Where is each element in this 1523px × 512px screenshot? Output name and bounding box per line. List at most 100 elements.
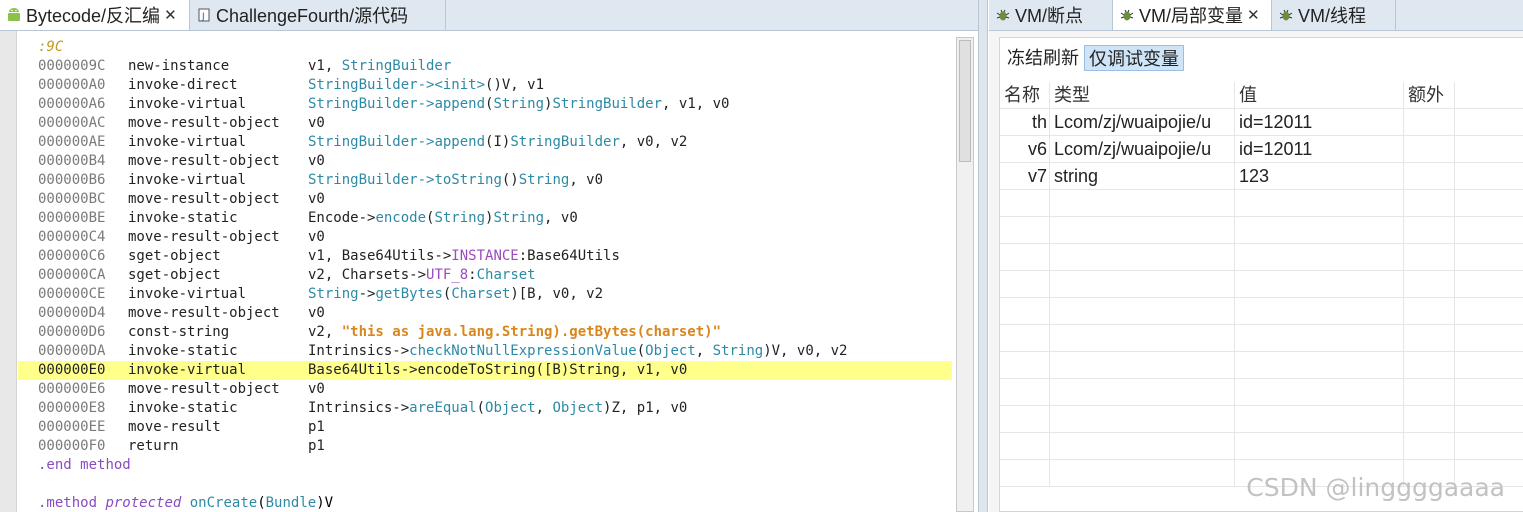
cell-filler	[1455, 217, 1523, 244]
instruction-address: 000000A0	[38, 77, 106, 93]
cell-value	[1235, 379, 1404, 406]
instruction-address: 000000A6	[38, 96, 106, 112]
instruction-address: 000000F0	[38, 438, 106, 454]
close-icon[interactable]: ✕	[1247, 6, 1260, 24]
code-token: v0	[308, 229, 325, 245]
tab-source[interactable]: J ChallengeFourth/源代码	[190, 0, 446, 30]
instruction-line[interactable]: 000000F0 return p1	[38, 437, 952, 456]
instruction-line[interactable]: 000000CA sget-object v2, Charsets->UTF_8:C…	[38, 266, 952, 285]
cell-name: v6	[1000, 136, 1050, 163]
instruction-address: 0000009C	[38, 58, 106, 74]
instruction-line[interactable]: 000000A6 invoke-virtual StringBuilder->app…	[38, 95, 952, 114]
code-token: StringBuilder->	[308, 172, 435, 188]
instruction-line[interactable]: 000000AE invoke-virtual StringBuilder->app…	[38, 133, 952, 152]
instruction-line[interactable]: 000000EE move-result p1	[38, 418, 952, 437]
debug-tab-bar: VM/断点 VM/局部变量 ✕ VM/线程	[989, 0, 1523, 31]
code-token: StringBuilder	[552, 96, 663, 112]
instruction-line[interactable]: 000000BE invoke-static Encode->encode(Stri…	[38, 209, 952, 228]
table-row[interactable]: v6 Lcom/zj/wuaipojie/u id=12011	[1000, 136, 1523, 163]
header-extra[interactable]: 额外	[1404, 82, 1455, 109]
cell-type	[1050, 271, 1235, 298]
instruction-line[interactable]: 0000009C new-instance v1, StringBuilder	[38, 57, 952, 76]
table-header: 名称 类型 值 额外	[1000, 82, 1523, 109]
instruction-line[interactable]: 000000D6 const-string v2, "this as java.la…	[38, 323, 952, 342]
instruction-operands: Intrinsics->checkNotNullExpressionValue(…	[308, 343, 847, 359]
instruction-line[interactable]: 000000CE invoke-virtual String->getBytes(C…	[38, 285, 952, 304]
instruction-operands: v0	[308, 381, 325, 397]
tab-vm-breakpoints[interactable]: VM/断点	[989, 0, 1113, 30]
instruction-line[interactable]: 000000C6 sget-object v1, Base64Utils->INST…	[38, 247, 952, 266]
empty-table-row	[1000, 406, 1523, 433]
instruction-opcode: sget-object	[128, 248, 221, 264]
instruction-address: 000000AE	[38, 134, 106, 150]
instruction-operands: v0	[308, 115, 325, 131]
freeze-refresh-button[interactable]: 冻结刷新	[1003, 45, 1083, 71]
cell-filler	[1455, 109, 1523, 136]
instruction-line[interactable]: 000000C4 move-result-object v0	[38, 228, 952, 247]
scrollbar-thumb[interactable]	[959, 40, 971, 162]
instruction-line[interactable]: 000000D4 move-result-object v0	[38, 304, 952, 323]
instruction-address: 000000CE	[38, 286, 106, 302]
header-name[interactable]: 名称	[1000, 82, 1050, 109]
instruction-address: 000000B4	[38, 153, 106, 169]
close-icon[interactable]: ✕	[164, 6, 177, 24]
instruction-address: 000000B6	[38, 172, 106, 188]
cell-filler	[1455, 325, 1523, 352]
header-value[interactable]: 值	[1235, 82, 1404, 109]
cell-value	[1235, 406, 1404, 433]
bytecode-editor[interactable]: :9C 0000009C new-instance v1, StringBuilde…	[0, 31, 978, 512]
code-token: v1,	[308, 58, 342, 74]
tab-vm-locals[interactable]: VM/局部变量 ✕	[1113, 0, 1272, 30]
cell-type	[1050, 217, 1235, 244]
locals-panel: 冻结刷新 仅调试变量 名称 类型 值 额外 th Lcom/zj/wuaipoji…	[989, 31, 1523, 512]
vertical-scrollbar[interactable]	[956, 37, 974, 512]
debug-variables-only-toggle[interactable]: 仅调试变量	[1084, 45, 1184, 71]
code-token: v2, Charsets->	[308, 267, 427, 283]
code-token: Object	[645, 343, 696, 359]
bug-icon	[995, 6, 1011, 24]
instruction-opcode: invoke-virtual	[128, 172, 247, 188]
code-token: String	[493, 96, 545, 112]
instruction-line[interactable]: 000000E8 invoke-static Intrinsics->areEqua…	[38, 399, 952, 418]
code-token: Encode->	[308, 210, 376, 226]
cell-filler	[1455, 379, 1523, 406]
tab-label: VM/局部变量	[1139, 6, 1244, 26]
code-token: checkNotNullExpressionValue	[409, 343, 637, 359]
code-token: append	[434, 134, 486, 150]
pane-splitter[interactable]	[978, 0, 988, 512]
instruction-opcode: invoke-virtual	[128, 96, 247, 112]
code-label: :9C	[38, 39, 64, 55]
instruction-line[interactable]: 000000AC move-result-object v0	[38, 114, 952, 133]
current-instruction-line[interactable]: 000000E0 invoke-virtual Base64Utils->encod…	[18, 361, 952, 380]
instruction-operands: v1, StringBuilder	[308, 58, 451, 74]
cell-name	[1000, 298, 1050, 325]
table-row[interactable]: th Lcom/zj/wuaipojie/u id=12011	[1000, 109, 1523, 136]
tab-vm-threads[interactable]: VM/线程	[1272, 0, 1396, 30]
table-row[interactable]: v7 string 123	[1000, 163, 1523, 190]
instruction-line[interactable]: 000000DA invoke-static Intrinsics->checkNo…	[38, 342, 952, 361]
instruction-line[interactable]: 000000BC move-result-object v0	[38, 190, 952, 209]
instruction-opcode: move-result-object	[128, 191, 280, 207]
header-type[interactable]: 类型	[1050, 82, 1235, 109]
cell-name	[1000, 217, 1050, 244]
code-token: String	[518, 172, 570, 188]
breakpoint-gutter[interactable]	[0, 31, 17, 512]
instruction-address: 000000CA	[38, 267, 106, 283]
instruction-line[interactable]: 000000B6 invoke-virtual StringBuilder->toS…	[38, 171, 952, 190]
instruction-address: 000000AC	[38, 115, 106, 131]
cell-type	[1050, 244, 1235, 271]
tab-bytecode[interactable]: Bytecode/反汇编 ✕	[0, 0, 190, 30]
instruction-line[interactable]: 000000B4 move-result-object v0	[38, 152, 952, 171]
instruction-line[interactable]: 000000A0 invoke-direct StringBuilder-><ini…	[38, 76, 952, 95]
instruction-line[interactable]: 000000E6 move-result-object v0	[38, 380, 952, 399]
code-token: StringBuilder	[510, 134, 620, 150]
instruction-operands: String->getBytes(Charset)[B, v0, v2	[308, 286, 603, 302]
java-file-icon: J	[196, 6, 212, 24]
code-token: )V	[316, 495, 334, 511]
cell-filler	[1455, 190, 1523, 217]
cell-extra	[1404, 271, 1455, 298]
code-token: , v0	[569, 172, 604, 188]
end-method-line: .end method	[38, 456, 952, 475]
svg-text:J: J	[201, 12, 205, 22]
code-area[interactable]: :9C 0000009C new-instance v1, StringBuilde…	[18, 38, 952, 512]
